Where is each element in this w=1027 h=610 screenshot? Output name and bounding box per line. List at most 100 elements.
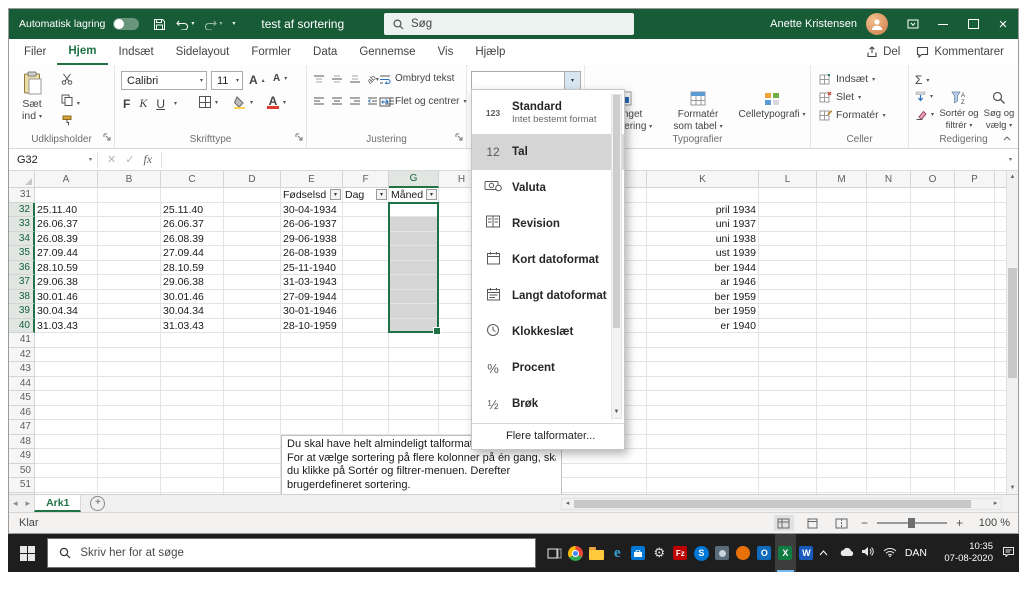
- cell-K32[interactable]: pril 1934: [647, 202, 759, 217]
- cell-F45[interactable]: [343, 391, 389, 406]
- cell-C40[interactable]: 31.03.43: [161, 318, 224, 333]
- taskbar-app-file-explorer[interactable]: [586, 534, 607, 572]
- cell-P38[interactable]: [955, 289, 995, 304]
- tab-sidelayout[interactable]: Sidelayout: [165, 39, 241, 65]
- clear-button[interactable]: ▾: [915, 109, 934, 120]
- cell-B34[interactable]: [98, 231, 161, 246]
- taskbar-app-chrome[interactable]: [565, 534, 586, 572]
- cell-G47[interactable]: [389, 420, 439, 435]
- column-header-D[interactable]: D: [224, 171, 281, 188]
- zoom-slider-thumb[interactable]: [907, 518, 915, 528]
- row-header-31[interactable]: 31: [9, 188, 35, 203]
- cell-E47[interactable]: [281, 420, 343, 435]
- scroll-down-arrow-icon[interactable]: ▼: [1007, 482, 1018, 494]
- sheet-tab-ark1[interactable]: Ark1: [34, 495, 82, 512]
- cell-C43[interactable]: [161, 362, 224, 377]
- cell-O40[interactable]: [911, 318, 955, 333]
- cell-L43[interactable]: [759, 362, 817, 377]
- cell-M37[interactable]: [817, 275, 867, 290]
- avatar[interactable]: [866, 13, 888, 35]
- cell-F46[interactable]: [343, 405, 389, 420]
- cell-J49[interactable]: [559, 449, 647, 464]
- delete-cells-button[interactable]: Slet ▾: [819, 91, 861, 103]
- cell-N50[interactable]: [867, 463, 911, 478]
- cell-A50[interactable]: [35, 463, 98, 478]
- cell-K33[interactable]: uni 1937: [647, 217, 759, 232]
- cell-N38[interactable]: [867, 289, 911, 304]
- autosave-toggle[interactable]: [113, 18, 140, 30]
- cell-F47[interactable]: [343, 420, 389, 435]
- cell-C46[interactable]: [161, 405, 224, 420]
- cell-O39[interactable]: [911, 304, 955, 319]
- column-header-A[interactable]: A: [35, 171, 98, 188]
- cell-D34[interactable]: [224, 231, 281, 246]
- taskbar-app-unknown-1[interactable]: [712, 534, 733, 572]
- taskbar-app-filezilla[interactable]: Fz: [670, 534, 691, 572]
- row-header-49[interactable]: 49: [9, 449, 35, 464]
- cell-C35[interactable]: 27.09.44: [161, 246, 224, 261]
- align-left-icon[interactable]: [313, 96, 325, 106]
- cell-M34[interactable]: [817, 231, 867, 246]
- font-name-combobox[interactable]: Calibri ▾: [121, 71, 207, 90]
- row-header-51[interactable]: 51: [9, 478, 35, 493]
- cell-A40[interactable]: 31.03.43: [35, 318, 98, 333]
- cell-L48[interactable]: [759, 434, 817, 449]
- cell-G36[interactable]: [389, 260, 439, 275]
- cell-D42[interactable]: [224, 347, 281, 362]
- filter-button-F31[interactable]: ▾: [376, 189, 387, 200]
- row-header-48[interactable]: 48: [9, 434, 35, 449]
- cell-L51[interactable]: [759, 478, 817, 493]
- column-header-G[interactable]: G: [389, 171, 439, 188]
- cell-D33[interactable]: [224, 217, 281, 232]
- row-header-33[interactable]: 33: [9, 217, 35, 232]
- cell-A37[interactable]: 29.06.38: [35, 275, 98, 290]
- cell-M39[interactable]: [817, 304, 867, 319]
- cell-K44[interactable]: [647, 376, 759, 391]
- tab-filer[interactable]: Filer: [13, 39, 57, 65]
- cell-K50[interactable]: [647, 463, 759, 478]
- cell-O47[interactable]: [911, 420, 955, 435]
- filter-button-E31[interactable]: ▾: [330, 189, 341, 200]
- cell-K37[interactable]: ar 1946: [647, 275, 759, 290]
- cell-A36[interactable]: 28.10.59: [35, 260, 98, 275]
- cell-P50[interactable]: [955, 463, 995, 478]
- cell-G41[interactable]: [389, 333, 439, 348]
- cell-F37[interactable]: [343, 275, 389, 290]
- cell-B48[interactable]: [98, 434, 161, 449]
- taskbar-app-edge[interactable]: e: [607, 534, 628, 572]
- cell-E31[interactable]: Fødselsd ▾: [281, 188, 343, 203]
- cell-M33[interactable]: [817, 217, 867, 232]
- cell-L33[interactable]: [759, 217, 817, 232]
- cell-L44[interactable]: [759, 376, 817, 391]
- cell-C50[interactable]: [161, 463, 224, 478]
- cell-N49[interactable]: [867, 449, 911, 464]
- cell-C39[interactable]: 30.04.34: [161, 304, 224, 319]
- cell-B37[interactable]: [98, 275, 161, 290]
- redo-button[interactable]: ▾: [204, 19, 222, 30]
- cell-E45[interactable]: [281, 391, 343, 406]
- new-sheet-button[interactable]: +: [90, 496, 106, 511]
- cell-N33[interactable]: [867, 217, 911, 232]
- cell-E42[interactable]: [281, 347, 343, 362]
- row-header-38[interactable]: 38: [9, 289, 35, 304]
- column-header-O[interactable]: O: [911, 171, 955, 188]
- cell-M36[interactable]: [817, 260, 867, 275]
- cell-P40[interactable]: [955, 318, 995, 333]
- align-top-icon[interactable]: [313, 74, 325, 84]
- cell-D32[interactable]: [224, 202, 281, 217]
- cell-E39[interactable]: 30-01-1946: [281, 304, 343, 319]
- menu-scrollbar[interactable]: ▼: [611, 94, 622, 419]
- cell-D45[interactable]: [224, 391, 281, 406]
- cell-L50[interactable]: [759, 463, 817, 478]
- tab-gennemse[interactable]: Gennemse: [348, 39, 426, 65]
- align-bottom-icon[interactable]: [349, 74, 361, 84]
- cell-B51[interactable]: [98, 478, 161, 493]
- wrap-text-button[interactable]: Ombryd tekst: [379, 73, 454, 84]
- align-center-icon[interactable]: [331, 96, 343, 106]
- start-button[interactable]: [8, 534, 47, 572]
- cell-P36[interactable]: [955, 260, 995, 275]
- cell-K42[interactable]: [647, 347, 759, 362]
- row-header-45[interactable]: 45: [9, 391, 35, 406]
- cell-D41[interactable]: [224, 333, 281, 348]
- scroll-left-arrow-icon[interactable]: ◂: [562, 499, 573, 509]
